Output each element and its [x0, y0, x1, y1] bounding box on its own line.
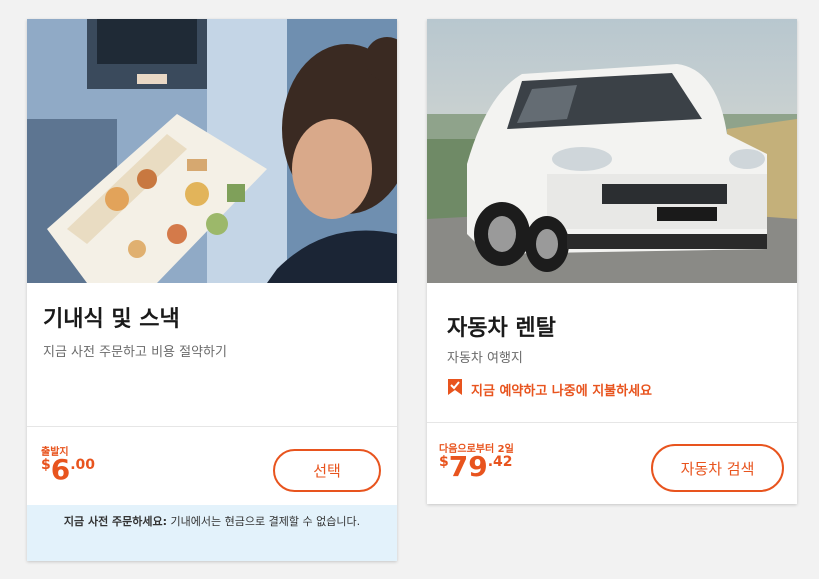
divider: [27, 426, 397, 427]
meals-photo: [27, 19, 397, 283]
preorder-info-bar: 지금 사전 주문하세요: 기내에서는 현금으로 결제할 수 없습니다.: [27, 505, 397, 561]
meals-card: 기내식 및 스낵 지금 사전 주문하고 비용 절약하기 출발지 $6.00 선택…: [27, 19, 397, 561]
car-rental-card: 자동차 렌탈 자동차 여행지 지금 예약하고 나중에 지불하세요 다음으로부터 …: [427, 19, 797, 504]
price-currency: $: [439, 454, 449, 470]
card-title: 기내식 및 스낵: [43, 307, 180, 332]
price: $79.42: [439, 453, 513, 481]
price-main: 6: [50, 453, 71, 486]
bookmark-check-icon: [447, 378, 463, 400]
info-text: 기내에서는 현금으로 결제할 수 없습니다.: [167, 515, 361, 528]
select-button[interactable]: 선택: [273, 449, 381, 492]
price-cents: .42: [487, 454, 513, 470]
card-subtitle: 자동차 여행지: [447, 351, 523, 366]
price-main: 79: [448, 450, 488, 483]
notice-text: 지금 예약하고 나중에 지불하세요: [471, 383, 653, 399]
card-subtitle: 지금 사전 주문하고 비용 절약하기: [43, 345, 227, 360]
car-photo: [427, 19, 797, 283]
pay-later-notice: 지금 예약하고 나중에 지불하세요: [447, 378, 652, 400]
info-bold-text: 지금 사전 주문하세요:: [63, 515, 168, 528]
price: $6.00: [41, 456, 95, 484]
price-cents: .00: [70, 457, 96, 473]
divider: [427, 422, 797, 423]
price-currency: $: [41, 457, 51, 473]
card-title: 자동차 렌탈: [447, 316, 556, 341]
search-cars-button[interactable]: 자동차 검색: [651, 444, 784, 492]
